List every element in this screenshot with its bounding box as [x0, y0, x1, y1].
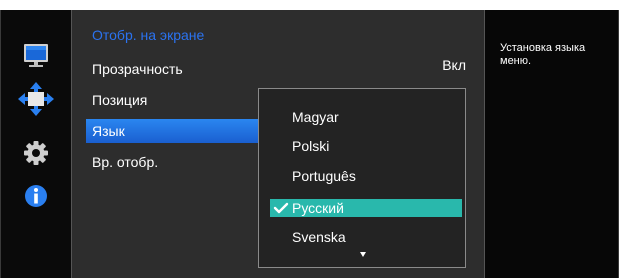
- position-arrows-icon[interactable]: [16, 80, 56, 120]
- language-dropdown[interactable]: Magyar Polski Português Русский Svenska: [258, 88, 466, 268]
- menu-item-display-time[interactable]: Вр. отобр.: [86, 150, 158, 174]
- gear-icon[interactable]: [18, 135, 54, 171]
- language-option-polski[interactable]: Polski: [292, 137, 329, 155]
- menu-item-label: Язык: [92, 123, 125, 139]
- checkmark-icon: [273, 202, 289, 214]
- menu-panel: Отобр. на экране Прозрачность Вкл Позици…: [72, 10, 484, 278]
- info-icon[interactable]: [18, 178, 54, 214]
- menu-item-transparency[interactable]: Прозрачность: [86, 57, 183, 81]
- transparency-value: Вкл: [442, 57, 466, 73]
- language-option-magyar[interactable]: Magyar: [292, 108, 339, 126]
- language-option-label: Русский: [292, 200, 344, 216]
- menu-title: Отобр. на экране: [92, 27, 205, 43]
- monitor-icon[interactable]: [18, 40, 54, 76]
- menu-item-language[interactable]: Язык: [86, 119, 268, 143]
- menu-item-label: Позиция: [92, 92, 148, 108]
- language-option-svenska[interactable]: Svenska: [292, 228, 346, 246]
- language-option-russian[interactable]: Русский: [270, 199, 462, 217]
- category-icon-column: [1, 10, 71, 278]
- menu-item-position[interactable]: Позиция: [86, 88, 147, 112]
- scroll-down-arrow-icon[interactable]: [360, 252, 366, 257]
- menu-item-label: Вр. отобр.: [92, 154, 159, 170]
- menu-item-label: Прозрачность: [92, 61, 183, 77]
- help-text: Установка языка меню.: [500, 42, 586, 67]
- help-panel: Установка языка меню.: [485, 10, 618, 278]
- osd-window: Отобр. на экране Прозрачность Вкл Позици…: [0, 10, 619, 278]
- language-option-portugues[interactable]: Português: [292, 167, 356, 185]
